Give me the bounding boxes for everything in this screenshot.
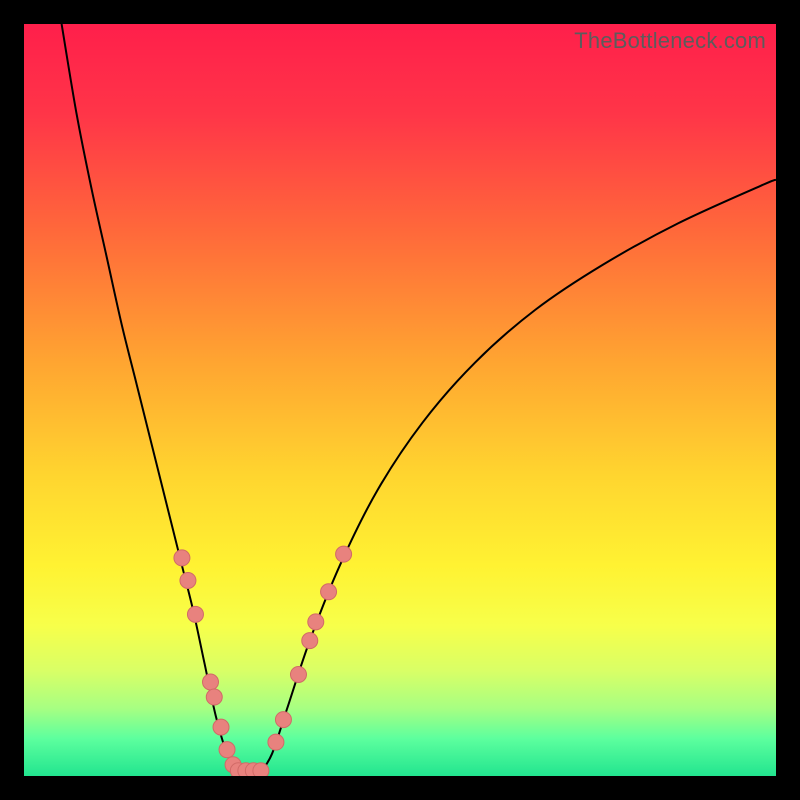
- data-dot-left-3: [203, 674, 219, 690]
- data-dot-right-3: [302, 633, 318, 649]
- curve-right-curve: [261, 180, 776, 773]
- plot-area: TheBottleneck.com: [24, 24, 776, 776]
- data-dot-left-1: [180, 572, 196, 588]
- data-dot-right-0: [268, 734, 284, 750]
- data-dot-left-4: [206, 689, 222, 705]
- data-dot-bottom-3: [253, 763, 269, 776]
- curve-left-curve: [62, 24, 239, 772]
- data-dot-left-0: [174, 550, 190, 566]
- data-dot-left-6: [219, 742, 235, 758]
- data-dot-left-2: [187, 606, 203, 622]
- data-dot-left-5: [213, 719, 229, 735]
- data-dot-right-4: [308, 614, 324, 630]
- chart-frame: TheBottleneck.com: [0, 0, 800, 800]
- data-dot-right-1: [275, 712, 291, 728]
- data-dot-right-6: [336, 546, 352, 562]
- data-dot-right-2: [290, 666, 306, 682]
- curve-layer: [24, 24, 776, 776]
- data-dot-right-5: [321, 584, 337, 600]
